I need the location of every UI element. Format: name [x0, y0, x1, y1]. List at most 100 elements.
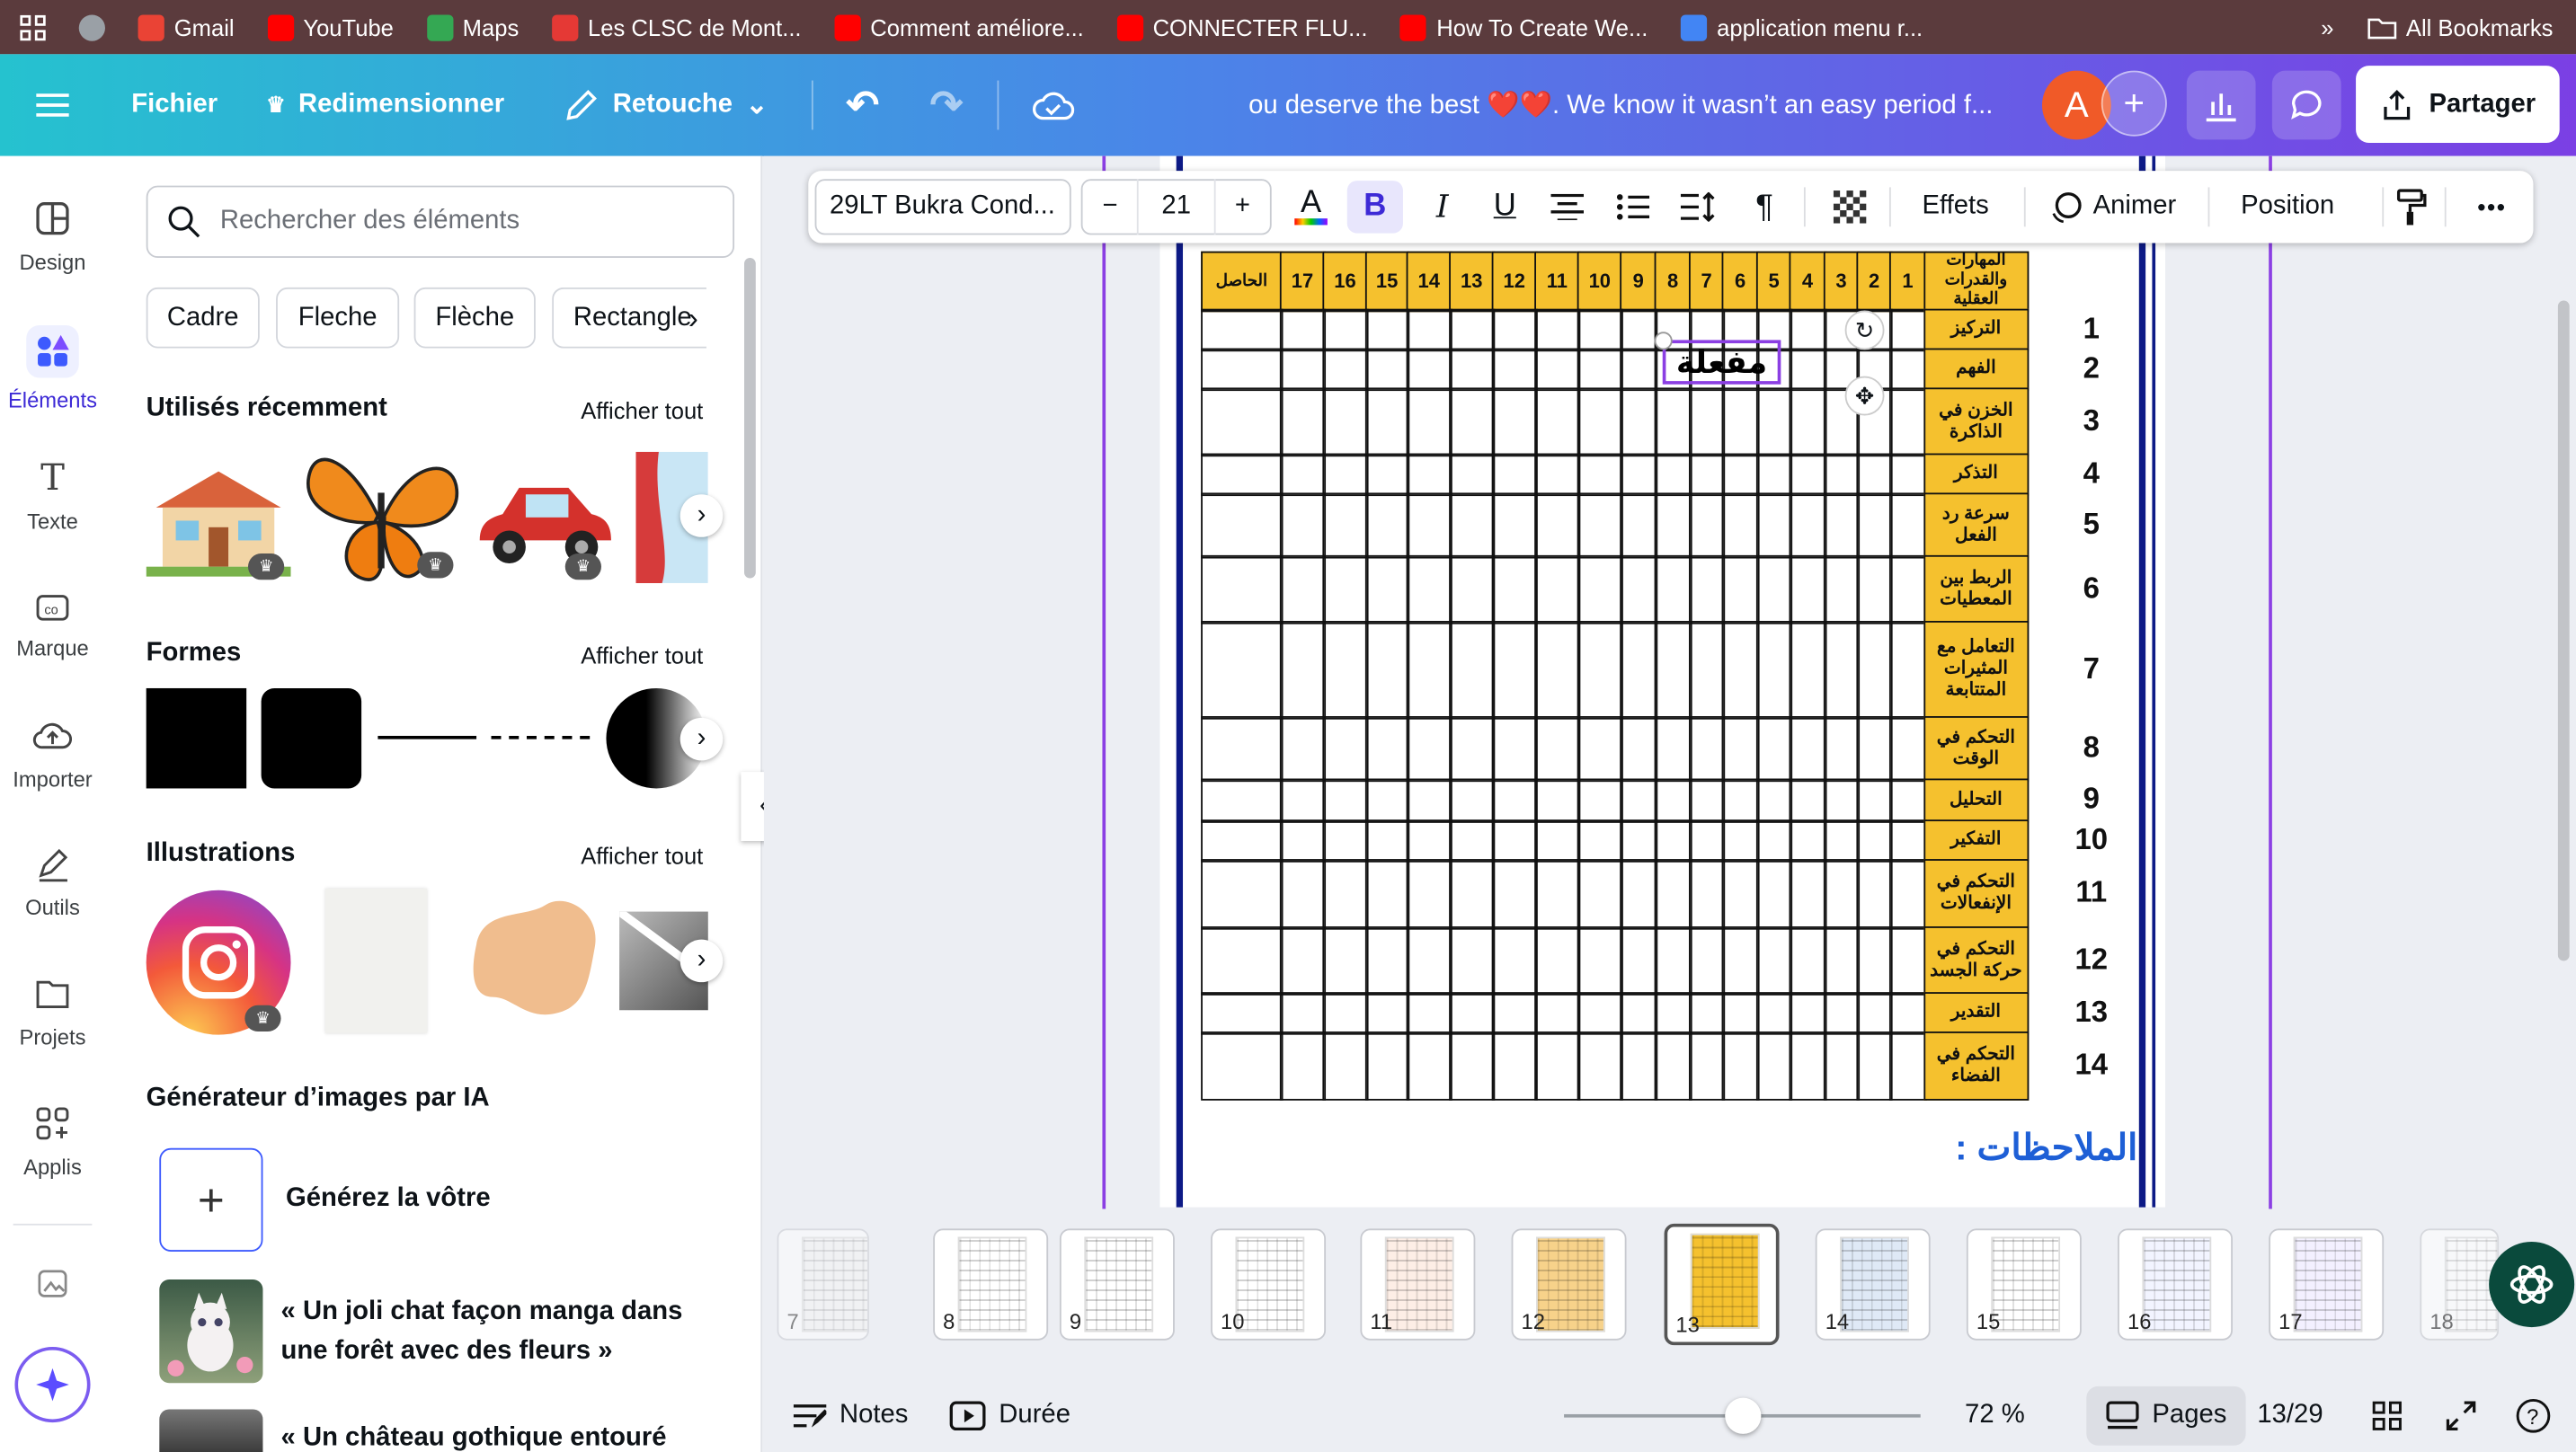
- skill-label[interactable]: التحكم في الوقت: [1923, 716, 2029, 782]
- table-cell[interactable]: [1823, 492, 1860, 558]
- bookmark-item[interactable]: Comment améliore...: [818, 13, 1100, 40]
- table-cell[interactable]: [1654, 554, 1692, 624]
- skill-label[interactable]: الخزن في الذاكرة: [1923, 387, 2029, 456]
- table-cell[interactable]: [1577, 1031, 1622, 1100]
- table-cell[interactable]: [1654, 1031, 1692, 1100]
- table-cell[interactable]: [1755, 554, 1792, 624]
- bookmark-item[interactable]: CONNECTER FLU...: [1100, 13, 1384, 40]
- table-cell[interactable]: [1322, 819, 1368, 862]
- table-cell[interactable]: [1279, 819, 1326, 862]
- table-cell[interactable]: [1534, 554, 1580, 624]
- table-cell[interactable]: [1888, 716, 1927, 782]
- table-cell[interactable]: [1406, 819, 1452, 862]
- table-cell[interactable]: [1620, 1031, 1657, 1100]
- rail-tools[interactable]: Outils: [0, 843, 105, 920]
- table-cell[interactable]: [1279, 554, 1326, 624]
- table-cell[interactable]: [1534, 859, 1580, 929]
- file-menu[interactable]: Fichier: [131, 54, 218, 155]
- table-cell[interactable]: [1322, 778, 1368, 822]
- table-cell[interactable]: [1577, 778, 1622, 822]
- bookmark-item[interactable]: Maps: [410, 13, 535, 40]
- table-cell[interactable]: [1491, 387, 1537, 456]
- table-cell[interactable]: [1755, 819, 1792, 862]
- table-cell[interactable]: [1856, 554, 1892, 624]
- chevron-right-icon[interactable]: ›: [680, 717, 724, 761]
- table-cell[interactable]: [1406, 492, 1452, 558]
- table-cell[interactable]: [1688, 859, 1725, 929]
- chevron-right-icon[interactable]: ›: [688, 302, 698, 336]
- table-cell[interactable]: [1406, 716, 1452, 782]
- table-cell[interactable]: [1364, 492, 1409, 558]
- table-cell[interactable]: [1406, 308, 1452, 351]
- page-thumbnail[interactable]: 13: [1664, 1223, 1780, 1346]
- castle-example-thumbnail[interactable]: [159, 1409, 263, 1452]
- table-cell[interactable]: [1491, 992, 1537, 1034]
- table-cell[interactable]: [1577, 348, 1622, 391]
- page-thumbnail[interactable]: 12: [1511, 1228, 1627, 1341]
- chevron-right-icon[interactable]: ›: [680, 939, 724, 983]
- table-cell[interactable]: [1888, 621, 1927, 719]
- table-cell[interactable]: [1888, 554, 1927, 624]
- table-cell[interactable]: [1755, 859, 1792, 929]
- table-cell[interactable]: [1654, 716, 1692, 782]
- table-cell[interactable]: [1449, 1031, 1495, 1100]
- table-cell[interactable]: [1888, 778, 1927, 822]
- page-thumbnail[interactable]: 11: [1360, 1228, 1476, 1341]
- table-cell[interactable]: [1322, 992, 1368, 1034]
- table-cell[interactable]: [1688, 716, 1725, 782]
- table-cell[interactable]: [1620, 992, 1657, 1034]
- table-cell[interactable]: [1406, 554, 1452, 624]
- table-cell[interactable]: [1201, 348, 1283, 391]
- table-cell[interactable]: [1823, 621, 1860, 719]
- table-cell[interactable]: [1201, 453, 1283, 496]
- table-cell[interactable]: [1823, 992, 1860, 1034]
- page-thumbnail[interactable]: 10: [1211, 1228, 1327, 1341]
- text-color-icon[interactable]: A: [1292, 171, 1331, 243]
- table-cell[interactable]: [1201, 778, 1283, 822]
- table-cell[interactable]: [1721, 492, 1759, 558]
- page-thumbnail[interactable]: 7: [777, 1228, 869, 1341]
- table-cell[interactable]: [1789, 778, 1826, 822]
- table-cell[interactable]: [1201, 859, 1283, 929]
- table-cell[interactable]: [1823, 453, 1860, 496]
- rail-elements[interactable]: Éléments: [0, 324, 105, 412]
- table-cell[interactable]: [1620, 621, 1657, 719]
- table-cell[interactable]: [1449, 492, 1495, 558]
- page-thumbnail[interactable]: 8: [933, 1228, 1049, 1341]
- table-cell[interactable]: [1322, 554, 1368, 624]
- table-cell[interactable]: [1823, 554, 1860, 624]
- table-cell[interactable]: [1654, 492, 1692, 558]
- transparency-icon[interactable]: [1830, 171, 1870, 243]
- table-cell[interactable]: [1789, 1031, 1826, 1100]
- bookmark-item[interactable]: How To Create We...: [1384, 13, 1665, 40]
- table-cell[interactable]: [1721, 387, 1759, 456]
- table-cell[interactable]: [1406, 859, 1452, 929]
- italic-button[interactable]: I: [1423, 171, 1462, 243]
- ai-example-prompt[interactable]: « Un château gothique entouré: [281, 1424, 708, 1452]
- table-cell[interactable]: [1406, 621, 1452, 719]
- table-cell[interactable]: [1322, 308, 1368, 351]
- canvas-scrollbar[interactable]: [2557, 300, 2570, 961]
- table-cell[interactable]: [1279, 992, 1326, 1034]
- column-header[interactable]: 11: [1534, 251, 1580, 312]
- skill-label[interactable]: الفهم: [1923, 348, 2029, 391]
- table-cell[interactable]: [1789, 348, 1826, 391]
- table-cell[interactable]: [1688, 453, 1725, 496]
- table-cell[interactable]: [1856, 1031, 1892, 1100]
- table-cell[interactable]: [1279, 1031, 1326, 1100]
- table-cell[interactable]: [1789, 819, 1826, 862]
- table-cell[interactable]: [1721, 621, 1759, 719]
- table-cell[interactable]: [1364, 308, 1409, 351]
- table-cell[interactable]: [1721, 819, 1759, 862]
- table-cell[interactable]: [1721, 992, 1759, 1034]
- table-cell[interactable]: [1491, 453, 1537, 496]
- table-cell[interactable]: [1279, 926, 1326, 995]
- font-size-decrease-button[interactable]: −: [1083, 192, 1138, 222]
- notes-button[interactable]: Notes: [793, 1380, 908, 1452]
- table-cell[interactable]: [1491, 308, 1537, 351]
- animate-button[interactable]: Animer: [2050, 171, 2176, 243]
- table-cell[interactable]: [1279, 778, 1326, 822]
- table-cell[interactable]: [1789, 859, 1826, 929]
- table-cell[interactable]: [1406, 992, 1452, 1034]
- table-cell[interactable]: [1654, 453, 1692, 496]
